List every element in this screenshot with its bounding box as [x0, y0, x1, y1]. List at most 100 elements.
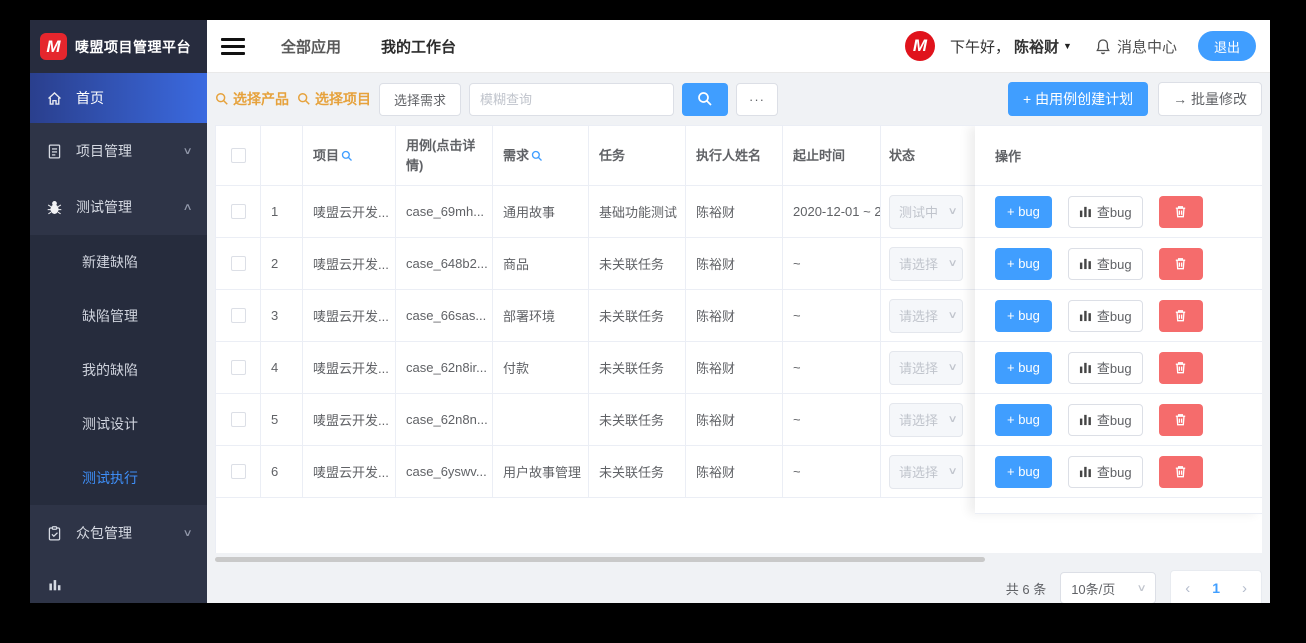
add-bug-button[interactable]: + bug: [995, 403, 1052, 436]
row-checkbox[interactable]: [230, 464, 246, 479]
delete-button[interactable]: [1158, 299, 1203, 332]
delete-button[interactable]: [1158, 247, 1203, 280]
filter-toolbar: 选择产品 选择项目 选择需求 ··· + 由用例创建计划 → 批量修改: [215, 73, 1262, 125]
cell-executor: 陈裕财: [686, 290, 783, 342]
view-bug-button[interactable]: 查bug: [1067, 247, 1143, 280]
page-size-value: 10条/页: [1071, 581, 1116, 597]
prev-page-button[interactable]: ‹: [1185, 580, 1190, 597]
chart-icon: [46, 575, 63, 592]
cell-case-link[interactable]: case_62n8ir...: [396, 342, 493, 394]
cell-project: 唛盟云开发...: [303, 186, 396, 238]
sidebar-item-test-mgmt[interactable]: 测试管理 ∧: [30, 179, 207, 235]
message-center[interactable]: 消息中心: [1095, 36, 1177, 57]
ops-row: + bug 查bug: [975, 342, 1262, 394]
chevron-down-icon: ∨: [947, 362, 958, 373]
select-product-link[interactable]: 选择产品: [215, 89, 289, 109]
delete-button[interactable]: [1158, 351, 1203, 384]
cell-case-link[interactable]: case_69mh...: [396, 186, 493, 238]
sidebar-item-defect-mgmt[interactable]: 缺陷管理: [30, 289, 207, 343]
select-all-checkbox[interactable]: [230, 148, 246, 163]
search-button[interactable]: [682, 82, 729, 116]
add-bug-button[interactable]: + bug: [995, 247, 1052, 280]
sidebar-item-home[interactable]: 首页: [30, 73, 207, 123]
select-project-link[interactable]: 选择项目: [297, 89, 371, 109]
cell-demand: 商品: [493, 238, 589, 290]
view-bug-label: 查bug: [1096, 257, 1132, 272]
horizontal-scrollbar[interactable]: [215, 557, 985, 562]
cell-period: ~: [783, 238, 881, 290]
status-select-value: 请选择: [899, 413, 939, 428]
search-icon[interactable]: [531, 150, 543, 162]
delete-button[interactable]: [1158, 403, 1203, 436]
status-select[interactable]: 测试中 ∨: [889, 194, 963, 229]
row-checkbox[interactable]: [230, 360, 246, 375]
view-bug-button[interactable]: 查bug: [1067, 299, 1143, 332]
next-page-button[interactable]: ›: [1242, 580, 1247, 597]
cell-case-link[interactable]: case_6yswv...: [396, 446, 493, 498]
view-bug-button[interactable]: 查bug: [1067, 195, 1143, 228]
cell-case-link[interactable]: case_648b2...: [396, 238, 493, 290]
cell-status: 请选择 ∨: [881, 238, 976, 290]
th-operations: 操作: [975, 126, 1262, 186]
hamburger-menu-icon[interactable]: [221, 37, 245, 55]
nav-all-apps[interactable]: 全部应用: [281, 36, 341, 57]
create-plan-button[interactable]: + 由用例创建计划: [1008, 82, 1149, 116]
submenu-label: 测试执行: [82, 470, 138, 486]
status-select[interactable]: 请选择 ∨: [889, 402, 963, 437]
cell-case-link[interactable]: case_66sas...: [396, 290, 493, 342]
sidebar-item-new-defect[interactable]: 新建缺陷: [30, 235, 207, 289]
select-demand-button[interactable]: 选择需求: [379, 82, 462, 116]
cell-project: 唛盟云开发...: [303, 290, 396, 342]
cell-case-link[interactable]: case_62n8n...: [396, 394, 493, 446]
th-task: 任务: [589, 126, 686, 186]
sidebar-item-test-design[interactable]: 测试设计: [30, 397, 207, 451]
sidebar-item-test-execution[interactable]: 测试执行: [30, 451, 207, 505]
avatar[interactable]: M: [905, 31, 936, 61]
page-size-select[interactable]: 10条/页 ∨: [1060, 572, 1157, 603]
status-select-value: 请选择: [899, 309, 939, 324]
batch-edit-button[interactable]: → 批量修改: [1158, 82, 1262, 116]
view-bug-button[interactable]: 查bug: [1067, 403, 1143, 436]
bell-icon: [1096, 38, 1110, 54]
status-select[interactable]: 请选择 ∨: [889, 298, 963, 333]
view-bug-button[interactable]: 查bug: [1067, 455, 1143, 488]
sidebar-item-my-defects[interactable]: 我的缺陷: [30, 343, 207, 397]
sidebar-item-label: 首页: [76, 90, 104, 106]
row-checkbox[interactable]: [230, 308, 246, 323]
cell-demand: 通用故事: [493, 186, 589, 238]
add-bug-button[interactable]: + bug: [995, 455, 1052, 488]
row-checkbox[interactable]: [230, 204, 246, 219]
row-checkbox[interactable]: [230, 412, 246, 427]
delete-button[interactable]: [1158, 455, 1203, 488]
total-count: 共 6 条: [1005, 581, 1047, 597]
search-icon: [698, 92, 712, 106]
add-bug-button[interactable]: + bug: [995, 351, 1052, 384]
sidebar-item-crowdsource[interactable]: 众包管理 ∨: [30, 505, 207, 561]
current-page[interactable]: 1: [1212, 580, 1220, 596]
sidebar-item-partial[interactable]: [30, 561, 207, 601]
add-bug-button[interactable]: + bug: [995, 299, 1052, 332]
sidebar-item-project-mgmt[interactable]: 项目管理 ∨: [30, 123, 207, 179]
delete-button[interactable]: [1158, 195, 1203, 228]
pagination-footer: 共 6 条 10条/页 ∨ ‹ 1 ›: [215, 570, 1262, 603]
ops-row: + bug 查bug: [975, 238, 1262, 290]
cell-demand: 付款: [493, 342, 589, 394]
nav-workbench[interactable]: 我的工作台: [381, 36, 456, 57]
th-period: 起止时间: [783, 126, 881, 186]
sidebar: M 唛盟项目管理平台 首页 项目管理 ∨ 测试管理 ∧ 新建缺陷 缺陷管理 我的…: [30, 20, 207, 603]
row-checkbox[interactable]: [230, 256, 246, 271]
submenu-label: 缺陷管理: [82, 308, 138, 324]
search-icon[interactable]: [341, 150, 353, 162]
add-bug-button[interactable]: + bug: [995, 195, 1052, 228]
more-filters-button[interactable]: ···: [736, 82, 779, 116]
view-bug-button[interactable]: 查bug: [1067, 351, 1143, 384]
user-menu[interactable]: 下午好， 陈裕财 ▼: [950, 36, 1072, 57]
fuzzy-search-input[interactable]: [469, 82, 675, 116]
th-case: 用例(点击详情): [396, 126, 493, 186]
logout-button[interactable]: 退出: [1197, 31, 1256, 61]
cell-executor: 陈裕财: [686, 186, 783, 238]
bar-chart-icon: [1079, 206, 1091, 218]
status-select[interactable]: 请选择 ∨: [889, 350, 963, 385]
status-select[interactable]: 请选择 ∨: [889, 246, 963, 281]
status-select[interactable]: 请选择 ∨: [889, 454, 963, 489]
